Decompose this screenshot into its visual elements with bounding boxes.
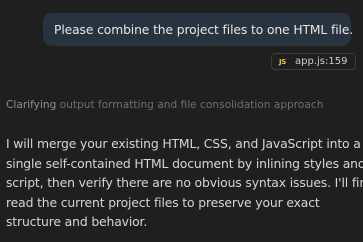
user-message-bubble: Please combine the project files to one … bbox=[43, 13, 354, 46]
status-detail: output formatting and file consolidation… bbox=[59, 99, 324, 111]
response-line: script, then verify there are no obvious… bbox=[6, 175, 363, 191]
response-line: single self-contained HTML document by i… bbox=[6, 155, 363, 171]
status-verb: Clarifying bbox=[6, 99, 57, 111]
response-line: I will merge your existing HTML, CSS, an… bbox=[6, 136, 361, 151]
response-line: read the current project files to preser… bbox=[6, 194, 320, 210]
thinking-status[interactable]: Clarifying output formatting and file co… bbox=[6, 99, 323, 111]
file-reference-chip[interactable]: JS app.js:159 bbox=[271, 53, 356, 70]
file-reference-label: app.js:159 bbox=[295, 56, 348, 67]
js-file-icon: JS bbox=[279, 57, 287, 66]
response-line: structure and behavior. bbox=[6, 214, 148, 230]
user-message-text: Please combine the project files to one … bbox=[54, 22, 354, 37]
assistant-response: I will merge your existing HTML, CSS, an… bbox=[6, 134, 363, 232]
